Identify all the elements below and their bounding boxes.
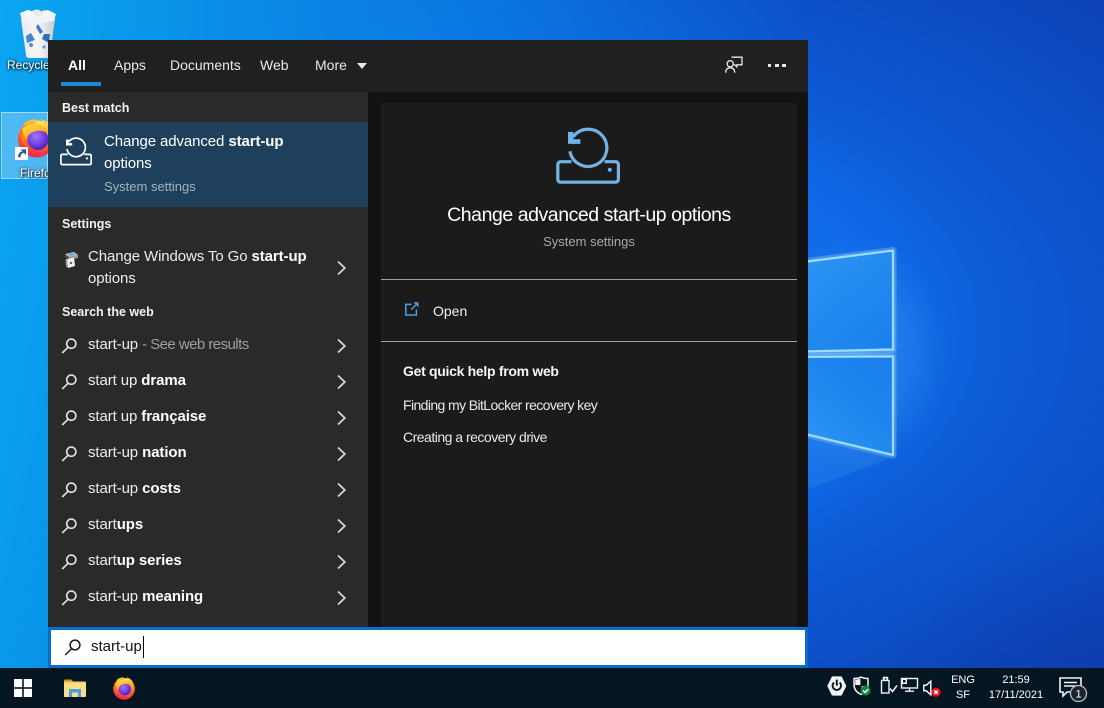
svg-text:1: 1 (1075, 689, 1081, 701)
